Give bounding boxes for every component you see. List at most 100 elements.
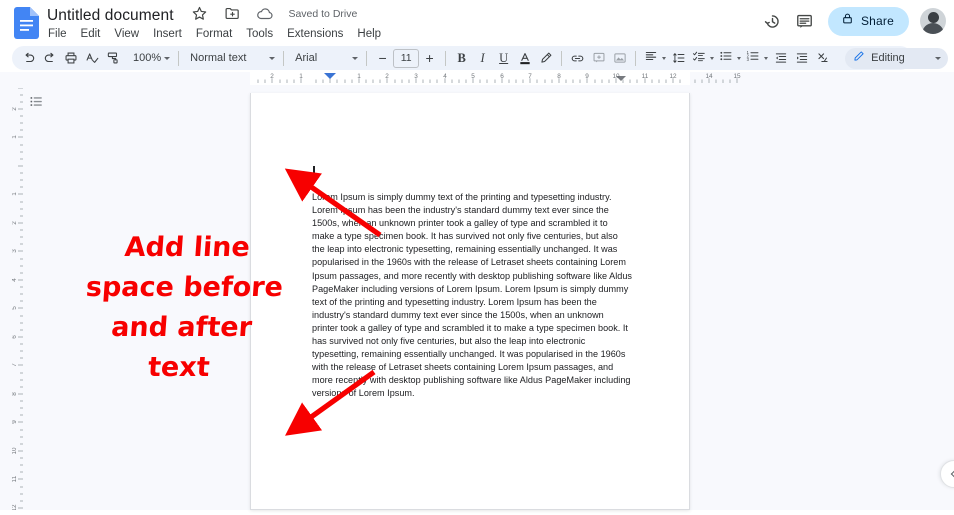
menu-file[interactable]: File bbox=[41, 25, 74, 44]
decrease-font-size-button[interactable]: − bbox=[372, 48, 393, 69]
text-caret bbox=[313, 166, 315, 181]
docs-logo-icon[interactable] bbox=[14, 7, 40, 39]
svg-text:5: 5 bbox=[471, 73, 475, 80]
plus-icon: + bbox=[425, 50, 434, 66]
title-zone: Untitled document Saved to Drive bbox=[44, 5, 357, 26]
decrease-indent-icon[interactable] bbox=[770, 48, 791, 69]
move-to-folder-icon[interactable] bbox=[224, 5, 242, 23]
align-left-icon bbox=[644, 49, 658, 68]
document-body-text[interactable]: Lorem Ipsum is simply dummy text of the … bbox=[312, 191, 632, 401]
svg-text:15: 15 bbox=[733, 73, 741, 80]
svg-text:3: 3 bbox=[12, 249, 18, 253]
document-page[interactable]: Lorem Ipsum is simply dummy text of the … bbox=[250, 93, 690, 510]
star-outline-icon[interactable] bbox=[191, 5, 209, 23]
menu-tools[interactable]: Tools bbox=[239, 25, 280, 44]
increase-font-size-button[interactable]: + bbox=[419, 48, 440, 69]
underline-button[interactable]: U bbox=[493, 48, 514, 69]
horizontal-ruler[interactable]: 21 123 456 789 101112 13 bbox=[0, 72, 954, 88]
open-comment-history-icon[interactable] bbox=[790, 6, 820, 36]
document-title[interactable]: Untitled document bbox=[44, 5, 177, 26]
chevron-down-icon bbox=[710, 56, 715, 60]
svg-text:7: 7 bbox=[12, 363, 18, 367]
clear-formatting-icon[interactable] bbox=[812, 48, 833, 69]
user-avatar[interactable] bbox=[920, 8, 946, 34]
spellcheck-icon[interactable] bbox=[81, 48, 102, 69]
menu-insert[interactable]: Insert bbox=[146, 25, 189, 44]
svg-text:1: 1 bbox=[12, 192, 18, 196]
chevron-down-icon bbox=[764, 56, 769, 60]
svg-text:12: 12 bbox=[12, 504, 18, 510]
minus-icon: − bbox=[378, 50, 387, 66]
insert-image-icon[interactable] bbox=[609, 48, 630, 69]
numbered-list-icon: 123 bbox=[746, 49, 760, 68]
lock-icon bbox=[841, 12, 854, 30]
zoom-level-dropdown[interactable]: 100% bbox=[127, 48, 173, 69]
font-family-dropdown[interactable]: Arial bbox=[289, 48, 361, 69]
vertical-ruler[interactable]: 2 1 1 2 3 4 5 6 7 8 9 10 11 12 bbox=[11, 87, 25, 512]
numbered-list-dropdown[interactable]: 123 bbox=[743, 48, 770, 69]
bold-button[interactable]: B bbox=[451, 48, 472, 69]
bulleted-list-icon bbox=[719, 49, 733, 68]
svg-text:1: 1 bbox=[357, 73, 361, 80]
toolbar-container: 100% Normal text Arial − 11 + B I U 1 2 … bbox=[0, 44, 954, 72]
toolbar-divider bbox=[283, 50, 285, 66]
paragraph-style-value: Normal text bbox=[190, 52, 247, 64]
zoom-level-value: 100% bbox=[133, 52, 162, 64]
insert-link-icon[interactable] bbox=[567, 48, 588, 69]
svg-text:1: 1 bbox=[299, 73, 303, 80]
svg-text:9: 9 bbox=[585, 73, 589, 80]
version-history-icon[interactable] bbox=[758, 6, 788, 36]
vertical-scrollbar[interactable] bbox=[944, 72, 954, 510]
horizontal-ruler-track[interactable]: 21 123 456 789 101112 13 bbox=[250, 72, 706, 85]
menu-view[interactable]: View bbox=[107, 25, 146, 44]
bulleted-list-dropdown[interactable] bbox=[716, 48, 743, 69]
menu-edit[interactable]: Edit bbox=[74, 25, 108, 44]
svg-text:2: 2 bbox=[12, 221, 18, 225]
toolbar-divider bbox=[561, 50, 563, 66]
chevron-down-icon bbox=[662, 56, 667, 60]
highlight-color-icon[interactable] bbox=[535, 48, 556, 69]
menu-format[interactable]: Format bbox=[189, 25, 239, 44]
svg-text:8: 8 bbox=[12, 392, 18, 396]
align-dropdown[interactable] bbox=[641, 48, 668, 69]
svg-text:2: 2 bbox=[270, 73, 274, 80]
share-button[interactable]: Share bbox=[827, 6, 909, 36]
editing-mode-dropdown[interactable]: Editing bbox=[845, 47, 948, 69]
svg-text:11: 11 bbox=[642, 73, 649, 80]
formatting-toolbar: 100% Normal text Arial − 11 + B I U 1 2 … bbox=[12, 46, 948, 70]
undo-icon[interactable] bbox=[18, 48, 39, 69]
chevron-down-icon bbox=[352, 56, 359, 60]
toolbar-divider bbox=[445, 50, 447, 66]
chevron-down-icon bbox=[737, 56, 742, 60]
svg-text:3: 3 bbox=[747, 56, 750, 61]
menu-help[interactable]: Help bbox=[350, 25, 388, 44]
menu-bar: File Edit View Insert Format Tools Exten… bbox=[41, 25, 388, 44]
paint-format-icon[interactable] bbox=[102, 48, 123, 69]
menu-extensions[interactable]: Extensions bbox=[280, 25, 350, 44]
svg-text:4: 4 bbox=[12, 278, 18, 282]
show-document-outline-button[interactable] bbox=[23, 88, 49, 114]
italic-button[interactable]: I bbox=[472, 48, 493, 69]
svg-text:2: 2 bbox=[12, 107, 18, 111]
chevron-down-icon bbox=[934, 56, 941, 60]
print-icon[interactable] bbox=[60, 48, 81, 69]
text-color-icon[interactable] bbox=[514, 48, 535, 69]
chevron-down-icon bbox=[269, 56, 276, 60]
paragraph-style-dropdown[interactable]: Normal text bbox=[184, 48, 278, 69]
svg-text:2: 2 bbox=[385, 73, 389, 80]
add-comment-icon[interactable] bbox=[588, 48, 609, 69]
checklist-dropdown[interactable] bbox=[689, 48, 716, 69]
top-right-actions: Share bbox=[758, 6, 946, 36]
svg-text:3: 3 bbox=[414, 73, 418, 80]
increase-indent-icon[interactable] bbox=[791, 48, 812, 69]
svg-text:14: 14 bbox=[705, 73, 713, 80]
svg-text:9: 9 bbox=[12, 420, 18, 424]
line-spacing-icon[interactable] bbox=[668, 48, 689, 69]
font-family-value: Arial bbox=[295, 52, 318, 64]
redo-icon[interactable] bbox=[39, 48, 60, 69]
svg-text:4: 4 bbox=[443, 73, 447, 80]
font-size-input[interactable]: 11 bbox=[393, 48, 420, 68]
show-document-outline-icon bbox=[30, 96, 42, 106]
svg-text:6: 6 bbox=[12, 335, 18, 339]
svg-text:8: 8 bbox=[557, 73, 561, 80]
